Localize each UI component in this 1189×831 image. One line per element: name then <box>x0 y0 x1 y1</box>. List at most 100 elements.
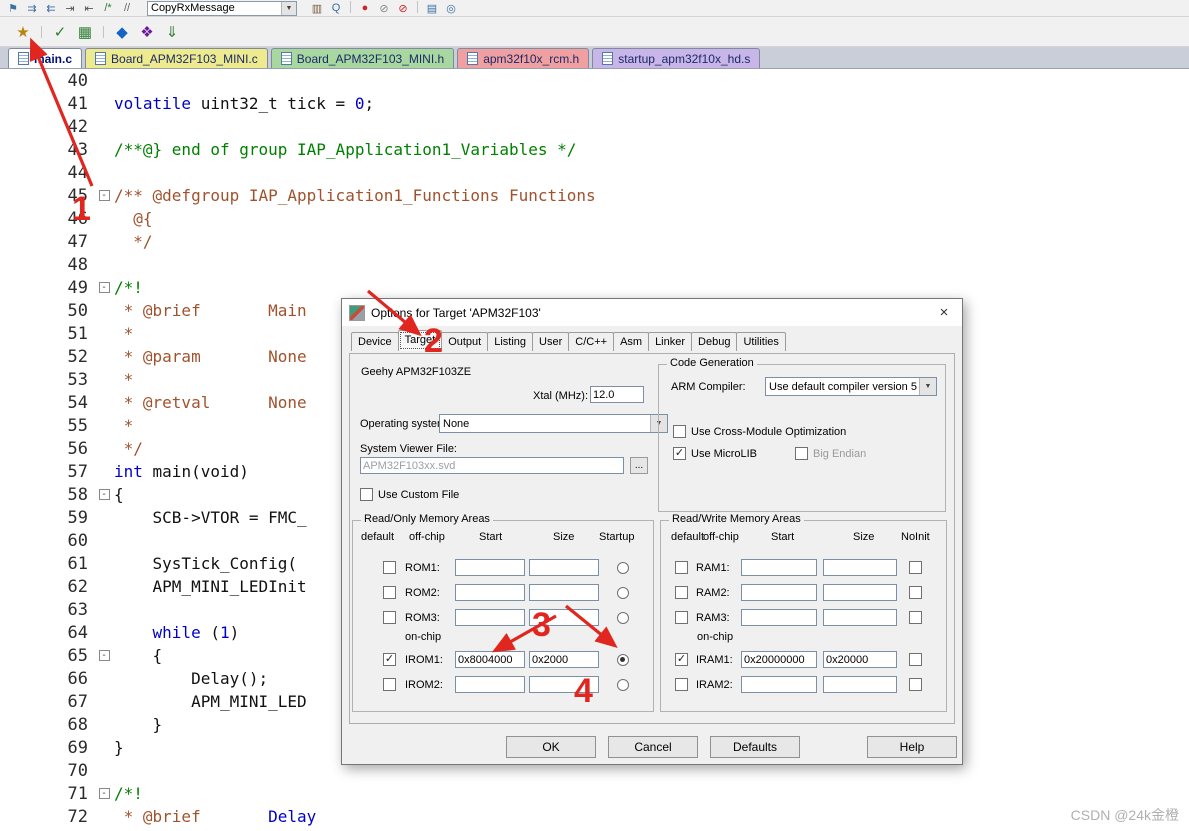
dialog-tab-asm[interactable]: Asm <box>613 332 650 351</box>
xtal-input[interactable] <box>590 386 644 403</box>
default-checkbox[interactable] <box>675 561 688 574</box>
rebuild-icon[interactable]: ❖ <box>136 21 158 43</box>
fold-collapse-icon[interactable]: - <box>98 282 110 293</box>
dialog-tab-device[interactable]: Device <box>351 332 399 351</box>
start-address-field[interactable] <box>455 676 525 693</box>
uncomment-selection-icon[interactable]: // <box>118 1 136 15</box>
open-book-icon[interactable]: ▥ <box>308 1 326 15</box>
tab-startup-apm32f10x-hd-s[interactable]: startup_apm32f10x_hd.s <box>592 48 761 68</box>
start-address-field[interactable] <box>741 676 817 693</box>
insert-breakpoint-icon[interactable]: ● <box>356 1 374 15</box>
start-address-field[interactable] <box>455 609 525 626</box>
comment-selection-icon[interactable]: /* <box>99 1 117 15</box>
close-icon[interactable]: × <box>926 299 962 326</box>
tab-main-c[interactable]: main.c <box>8 48 83 68</box>
chevron-down-icon[interactable]: ▼ <box>281 1 296 15</box>
periodic-window-icon[interactable]: ▤ <box>423 1 441 15</box>
dialog-tab-user[interactable]: User <box>532 332 570 351</box>
dialog-button-defaults[interactable]: Defaults <box>710 736 800 758</box>
message-combo[interactable]: CopyRxMessage ▼ <box>147 0 297 16</box>
download-icon[interactable]: ⇓ <box>161 21 183 43</box>
dialog-tab-target[interactable]: Target <box>397 330 443 351</box>
start-address-field[interactable] <box>741 559 817 576</box>
noinit-checkbox[interactable] <box>909 611 922 624</box>
dialog-button-cancel[interactable]: Cancel <box>608 736 698 758</box>
dialog-titlebar[interactable]: Options for Target 'APM32F103' × <box>342 299 962 326</box>
prev-bookmark-icon[interactable]: ⇇ <box>42 1 60 15</box>
batch-build-icon[interactable]: ◆ <box>111 21 133 43</box>
startup-radio[interactable] <box>617 612 629 624</box>
fold-collapse-icon[interactable]: - <box>98 489 110 500</box>
toggle-bookmark-icon[interactable]: ⚑ <box>4 1 22 15</box>
build-icon[interactable]: ▦ <box>74 21 96 43</box>
size-field[interactable] <box>529 584 599 601</box>
dialog-button-ok[interactable]: OK <box>506 736 596 758</box>
indent-icon[interactable]: ⇥ <box>61 1 79 15</box>
startup-radio[interactable] <box>617 679 629 691</box>
size-field[interactable] <box>529 609 599 626</box>
startup-radio[interactable] <box>617 587 629 599</box>
dialog-button-help[interactable]: Help <box>867 736 957 758</box>
translate-icon[interactable]: ✓ <box>49 21 71 43</box>
start-address-field[interactable] <box>741 651 817 668</box>
disable-breakpoint-icon[interactable]: ⊘ <box>375 1 393 15</box>
noinit-checkbox[interactable] <box>909 561 922 574</box>
next-bookmark-icon[interactable]: ⇉ <box>23 1 41 15</box>
cross-module-checkbox[interactable] <box>673 425 686 438</box>
dialog-tab-linker[interactable]: Linker <box>648 332 693 351</box>
outdent-icon[interactable]: ⇤ <box>80 1 98 15</box>
start-address-field[interactable] <box>741 609 817 626</box>
dialog-tab-utilities[interactable]: Utilities <box>736 332 786 351</box>
browse-button[interactable]: ... <box>630 457 648 474</box>
tab-apm32f10x-rcm-h[interactable]: apm32f10x_rcm.h <box>457 48 590 68</box>
size-field[interactable] <box>529 559 599 576</box>
dialog-tab-cc[interactable]: C/C++ <box>568 332 615 351</box>
default-checkbox[interactable] <box>675 611 688 624</box>
size-field[interactable] <box>529 676 599 693</box>
default-checkbox[interactable] <box>383 678 396 691</box>
find-in-files-icon[interactable]: Q <box>327 1 345 15</box>
size-field[interactable] <box>823 584 897 601</box>
fold-collapse-icon[interactable]: - <box>98 190 110 201</box>
system-viewer-file-input[interactable] <box>360 457 624 474</box>
start-address-field[interactable] <box>741 584 817 601</box>
default-checkbox[interactable] <box>675 586 688 599</box>
use-microlib-checkbox[interactable]: ✓ <box>673 447 686 460</box>
size-field[interactable] <box>823 559 897 576</box>
size-field[interactable] <box>823 609 897 626</box>
start-address-field[interactable] <box>455 651 525 668</box>
target-tab-page: Geehy APM32F103ZE Xtal (MHz): Operating … <box>349 353 955 724</box>
default-checkbox[interactable] <box>383 611 396 624</box>
use-custom-file-checkbox[interactable] <box>360 488 373 501</box>
tab-board-apm32f103-mini-h[interactable]: Board_APM32F103_MINI.h <box>270 48 455 68</box>
size-field[interactable] <box>823 651 897 668</box>
tab-board-apm32f103-mini-c[interactable]: Board_APM32F103_MINI.c <box>85 48 268 68</box>
kill-breakpoints-icon[interactable]: ⊘ <box>394 1 412 15</box>
start-address-field[interactable] <box>455 584 525 601</box>
noinit-checkbox[interactable] <box>909 653 922 666</box>
options-for-target-icon[interactable]: ★ <box>12 21 34 43</box>
noinit-checkbox[interactable] <box>909 586 922 599</box>
noinit-checkbox[interactable] <box>909 678 922 691</box>
chevron-down-icon[interactable]: ▼ <box>919 378 936 395</box>
arm-compiler-select[interactable]: Use default compiler version 5 ▼ <box>765 377 937 396</box>
startup-radio[interactable] <box>617 562 629 574</box>
fold-collapse-icon[interactable]: - <box>98 788 110 799</box>
startup-radio[interactable] <box>617 654 629 666</box>
default-checkbox[interactable] <box>383 586 396 599</box>
big-endian-checkbox[interactable] <box>795 447 808 460</box>
default-checkbox[interactable]: ✓ <box>675 653 688 666</box>
size-field[interactable] <box>529 651 599 668</box>
operating-system-select[interactable]: None ▼ <box>439 414 668 433</box>
fold-collapse-icon[interactable]: - <box>98 650 110 661</box>
default-checkbox[interactable]: ✓ <box>383 653 396 666</box>
start-address-field[interactable] <box>455 559 525 576</box>
tab-label: apm32f10x_rcm.h <box>483 51 580 66</box>
dialog-tab-listing[interactable]: Listing <box>487 332 534 351</box>
dialog-tab-output[interactable]: Output <box>441 332 489 351</box>
default-checkbox[interactable] <box>675 678 688 691</box>
search-icon[interactable]: ◎ <box>442 1 460 15</box>
default-checkbox[interactable] <box>383 561 396 574</box>
size-field[interactable] <box>823 676 897 693</box>
dialog-tab-debug[interactable]: Debug <box>691 332 738 351</box>
